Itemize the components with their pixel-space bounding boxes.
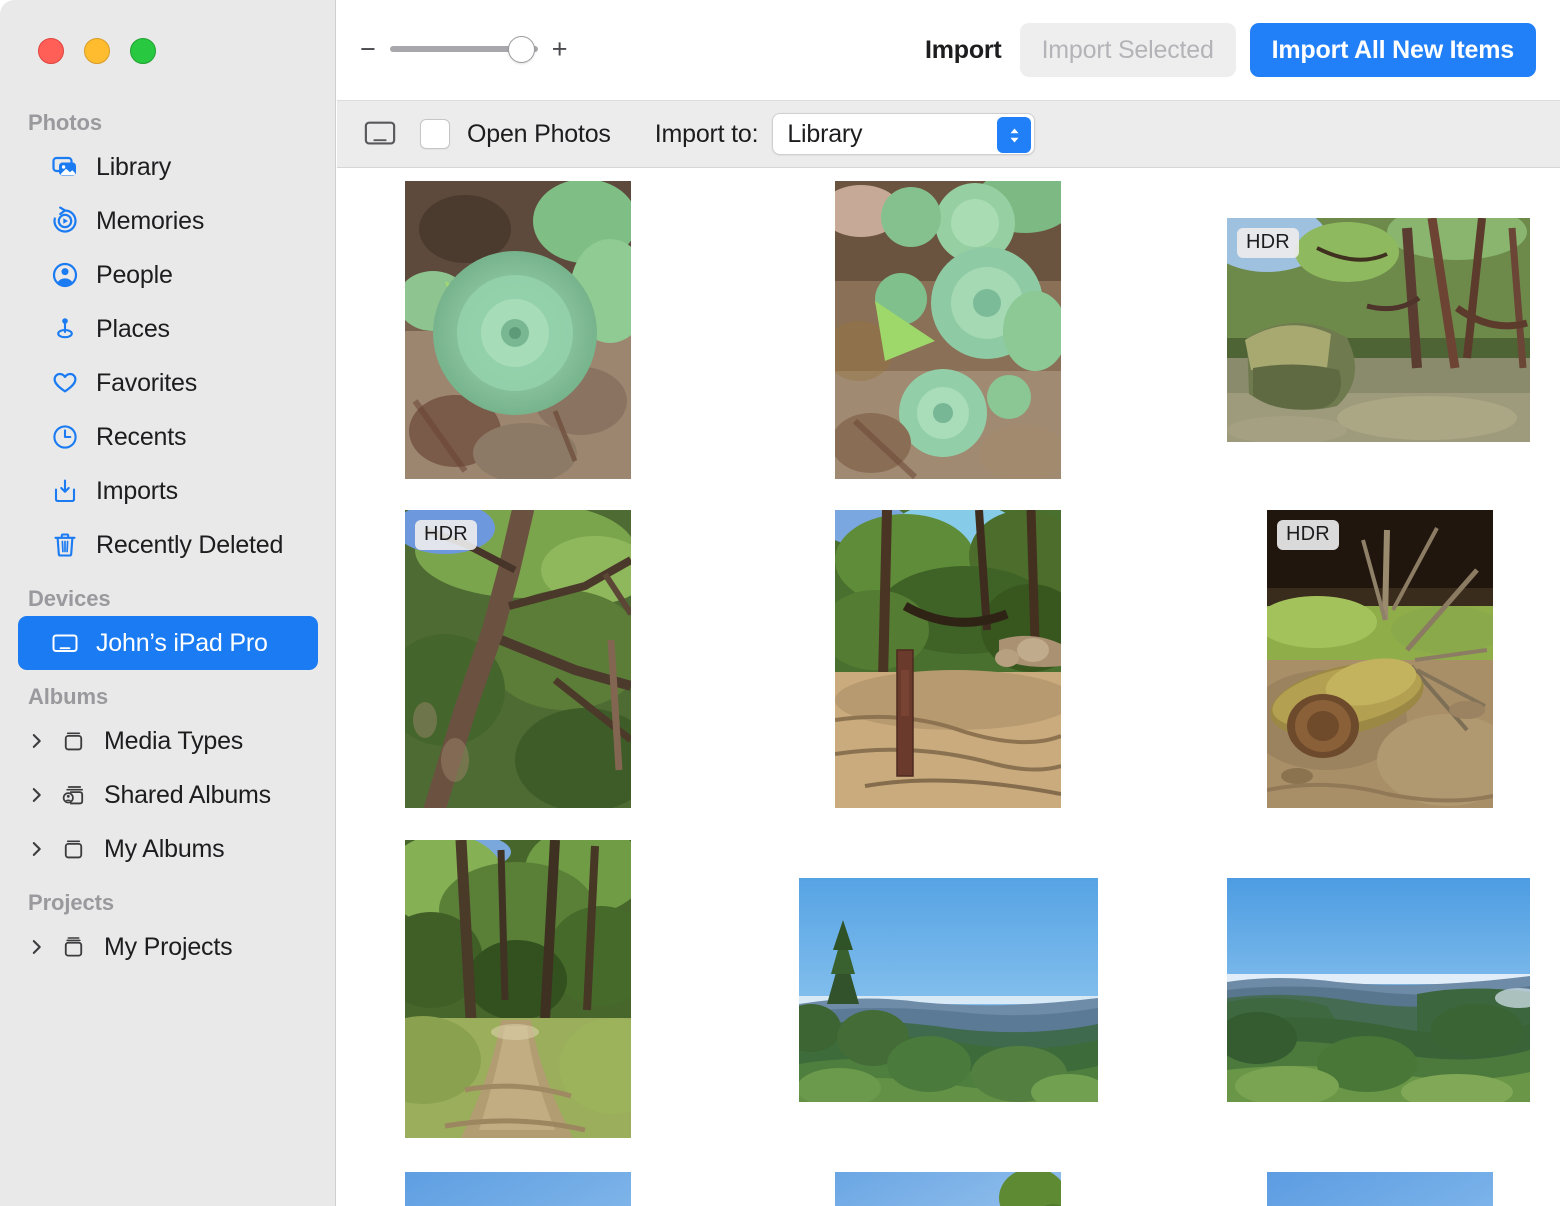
sidebar-item-label: Favorites [96, 369, 197, 398]
photo-image-sky-foliage-partial [835, 1172, 1061, 1206]
sidebar-item-johns-ipad-pro[interactable]: John’s iPad Pro [18, 616, 318, 670]
plus-icon[interactable]: + [552, 36, 568, 63]
memories-icon [50, 206, 80, 236]
sidebar-section-header-projects: Projects [0, 890, 336, 920]
photo-thumbnail[interactable] [405, 1172, 631, 1206]
sidebar-item-recently-deleted[interactable]: Recently Deleted [18, 518, 318, 572]
project-box-icon [58, 933, 88, 962]
hdr-badge: HDR [415, 520, 477, 550]
photos-library-icon [50, 152, 80, 182]
sidebar-item-label: Imports [96, 477, 178, 506]
photo-image-mossy-log [1267, 510, 1493, 808]
hdr-badge: HDR [1277, 520, 1339, 550]
sidebar: Photos Library [0, 0, 336, 1206]
photo-thumbnail[interactable] [1267, 1172, 1493, 1206]
sidebar-item-label: People [96, 261, 173, 290]
photo-thumbnail[interactable] [835, 510, 1061, 808]
import-arrow-icon [50, 476, 80, 506]
sidebar-item-label: Library [96, 153, 171, 182]
sidebar-section-header-albums: Albums [0, 684, 336, 714]
import-selected-button[interactable]: Import Selected [1020, 23, 1236, 77]
places-pin-icon [50, 314, 80, 344]
photo-image-succulent [405, 181, 631, 479]
open-photos-label: Open Photos [467, 120, 611, 149]
sidebar-item-people[interactable]: People [18, 248, 318, 302]
sidebar-item-places[interactable]: Places [18, 302, 318, 356]
traffic-lights [38, 38, 156, 64]
photo-thumbnail[interactable] [835, 1172, 1061, 1206]
toolbar-actions: Import Import Selected Import All New It… [925, 0, 1536, 100]
sidebar-item-label: Memories [96, 207, 204, 236]
photo-image-mountain-vista-ridges [1227, 878, 1530, 1102]
minus-icon[interactable]: − [360, 36, 376, 63]
chevron-right-icon[interactable] [26, 785, 48, 805]
chevron-right-icon[interactable] [26, 937, 48, 957]
ipad-display-icon [360, 117, 400, 151]
photo-thumbnail[interactable] [835, 181, 1061, 479]
import-options-bar: Open Photos Import to: Library [337, 100, 1560, 168]
import-photo-grid: HDR [337, 168, 1560, 1206]
sidebar-item-label: Shared Albums [104, 781, 271, 810]
close-window-button[interactable] [38, 38, 64, 64]
sidebar-item-label: Media Types [104, 727, 243, 756]
chevron-up-down-icon[interactable] [997, 117, 1031, 153]
sidebar-item-my-albums[interactable]: My Albums [18, 822, 318, 876]
import-section-label: Import [925, 36, 1002, 65]
photo-thumbnail[interactable]: HDR [1267, 510, 1493, 808]
sidebar-item-label: My Projects [104, 933, 232, 962]
sidebar-item-favorites[interactable]: Favorites [18, 356, 318, 410]
sidebar-item-imports[interactable]: Imports [18, 464, 318, 518]
sidebar-section-header-devices: Devices [0, 586, 336, 616]
photo-thumbnail[interactable] [405, 840, 631, 1138]
import-to-popup-button[interactable]: Library [772, 113, 1035, 155]
maximize-window-button[interactable] [130, 38, 156, 64]
trash-icon [50, 530, 80, 560]
sidebar-item-label: My Albums [104, 835, 224, 864]
import-to-label: Import to: [655, 120, 759, 149]
photo-image-succulent-cluster [835, 181, 1061, 479]
photo-thumbnail[interactable]: HDR [1227, 218, 1530, 442]
photo-image-tree-canopy [405, 510, 631, 808]
photo-image-forest-path [405, 840, 631, 1138]
sidebar-item-label: John’s iPad Pro [96, 629, 268, 658]
photo-thumbnail[interactable] [1227, 878, 1530, 1102]
shared-album-icon [58, 781, 88, 810]
heart-icon [50, 368, 80, 398]
people-icon [50, 260, 80, 290]
album-box-icon [58, 727, 88, 756]
photos-import-window: Photos Library [0, 0, 1560, 1206]
photo-thumbnail[interactable] [799, 878, 1098, 1102]
chevron-right-icon[interactable] [26, 839, 48, 859]
photo-image-trail-marker [835, 510, 1061, 808]
minimize-window-button[interactable] [84, 38, 110, 64]
photo-thumbnail[interactable] [405, 181, 631, 479]
sidebar-item-label: Recents [96, 423, 186, 452]
album-box-icon [58, 835, 88, 864]
sidebar-item-memories[interactable]: Memories [18, 194, 318, 248]
import-all-new-items-button[interactable]: Import All New Items [1250, 23, 1536, 77]
ipad-icon [50, 628, 80, 658]
zoom-slider[interactable]: − + [360, 32, 568, 66]
open-photos-checkbox[interactable] [420, 119, 450, 149]
zoom-slider-thumb[interactable] [508, 36, 535, 63]
chevron-right-icon[interactable] [26, 731, 48, 751]
sidebar-item-label: Recently Deleted [96, 531, 283, 560]
clock-icon [50, 422, 80, 452]
photo-image-mountain-vista-conifer [799, 878, 1098, 1102]
sidebar-item-library[interactable]: Library [18, 140, 318, 194]
toolbar: − + Import Import Selected Import All Ne… [337, 0, 1560, 100]
sidebar-item-recents[interactable]: Recents [18, 410, 318, 464]
sidebar-item-label: Places [96, 315, 170, 344]
zoom-slider-track[interactable] [390, 32, 538, 66]
sidebar-item-media-types[interactable]: Media Types [18, 714, 318, 768]
sidebar-section-header-photos: Photos [0, 110, 336, 140]
import-to-value: Library [773, 120, 862, 149]
sidebar-item-shared-albums[interactable]: Shared Albums [18, 768, 318, 822]
photo-image-sky-partial [405, 1172, 631, 1206]
hdr-badge: HDR [1237, 228, 1299, 258]
photo-image-sky-treetop-partial [1267, 1172, 1493, 1206]
main-pane: − + Import Import Selected Import All Ne… [337, 0, 1560, 1206]
sidebar-item-my-projects[interactable]: My Projects [18, 920, 318, 974]
photo-thumbnail[interactable]: HDR [405, 510, 631, 808]
